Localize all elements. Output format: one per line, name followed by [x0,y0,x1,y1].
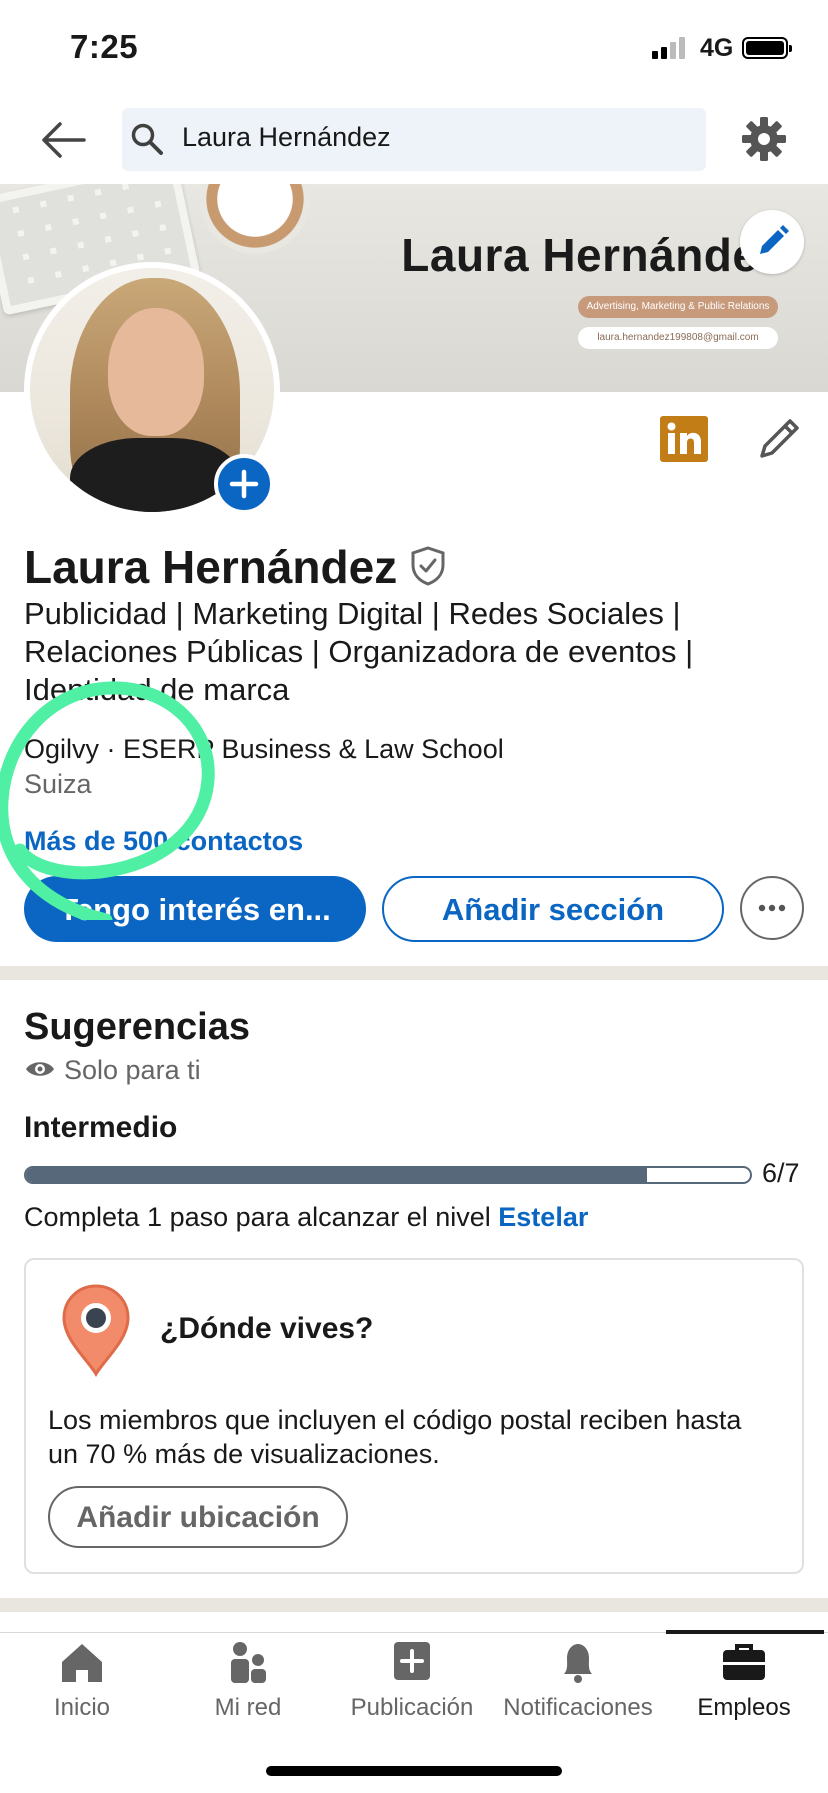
nav-item-notifications[interactable]: Notificaciones [496,1640,660,1730]
complete-steps-text: Completa 1 paso para alcanzar el nivel E… [24,1202,589,1232]
section-divider [0,1598,828,1612]
more-options-button[interactable] [740,876,804,940]
banner-email: laura.hernandez199808@gmail.com [578,327,778,349]
profile-headline: Publicidad | Marketing Digital | Redes S… [24,596,694,707]
search-icon [131,123,163,155]
card-body: Los miembros que incluyen el código post… [48,1405,742,1469]
home-icon [62,1644,102,1682]
open-to-button[interactable]: Tengo interés en... [24,876,366,942]
linkedin-badge-icon[interactable] [660,416,708,462]
nav-item-post[interactable]: Publicación [330,1640,494,1730]
eye-icon [26,1062,54,1076]
profile-company[interactable]: Ogilvy · ESERP Business & Law School [24,734,504,765]
banner-name: Laura Hernández [401,229,782,281]
search-input[interactable]: Laura Hernández [182,122,391,153]
bell-icon [564,1644,592,1683]
section-divider [0,966,828,980]
verified-shield-icon[interactable] [408,544,448,588]
add-photo-button[interactable] [214,454,274,514]
nav-item-network[interactable]: Mi red [166,1640,330,1730]
nav-item-home[interactable]: Inicio [0,1640,164,1730]
gear-icon[interactable] [740,115,788,163]
profile-progress-bar [24,1166,752,1184]
battery-icon [742,37,792,59]
edit-profile-pencil-icon[interactable] [756,414,804,462]
nav-item-jobs[interactable]: Empleos [662,1640,826,1730]
location-pin-icon [62,1284,130,1378]
plus-icon [229,469,259,499]
edit-banner-button[interactable] [740,210,804,274]
progress-fill [26,1168,647,1182]
banner-tagline: Advertising, Marketing & Public Relation… [578,296,778,318]
profile-location: Suiza [24,769,92,799]
active-tab-indicator [666,1630,824,1634]
card-title: ¿Dónde vives? [160,1312,374,1345]
suggestions-title: Sugerencias [24,1006,250,1048]
cup-image [200,184,310,254]
post-icon [394,1642,430,1680]
network-type: 4G [700,34,734,62]
home-indicator [266,1766,562,1776]
status-time: 7:25 [70,28,139,65]
add-section-button[interactable]: Añadir sección [382,876,724,942]
next-level-link[interactable]: Estelar [498,1202,588,1232]
privacy-note: Solo para ti [64,1055,201,1085]
progress-count: 6/7 [762,1158,800,1188]
ellipsis-icon [758,904,786,912]
signal-icon [652,37,685,59]
connections-link[interactable]: Más de 500 contactos [24,826,303,857]
add-location-button[interactable]: Añadir ubicación [48,1486,348,1548]
briefcase-icon [723,1644,765,1680]
pencil-icon [760,225,789,254]
back-arrow-icon[interactable] [40,118,88,162]
profile-name: Laura Hernández [24,541,398,593]
network-icon [231,1642,266,1683]
profile-level: Intermedio [24,1111,178,1144]
